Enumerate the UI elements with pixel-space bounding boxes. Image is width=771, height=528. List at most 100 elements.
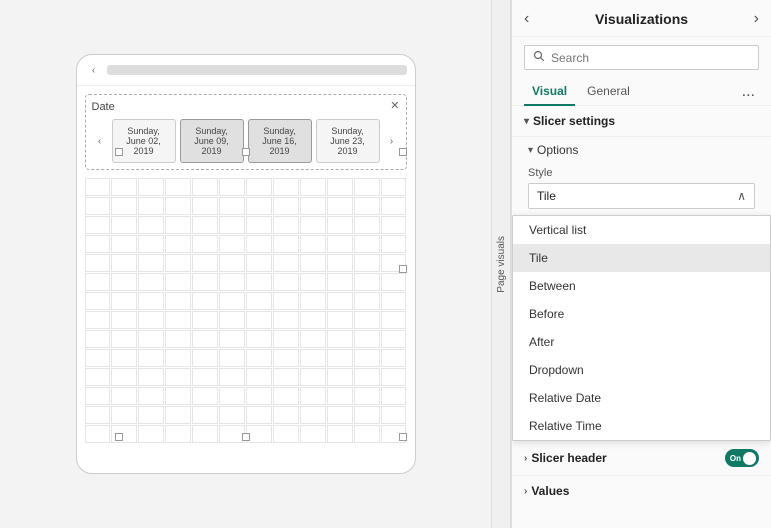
grid-cell [219,216,245,234]
date-tile-2[interactable]: Sunday, June 16, 2019 [248,119,312,163]
grid-cell [300,425,326,443]
date-tile-0-line3: 2019 [117,146,171,156]
grid-cell [273,406,299,424]
panel-collapse-left-icon[interactable]: ‹ [524,10,529,28]
date-tile-2-line2: June 16, [253,136,307,146]
grid-cell [192,292,218,310]
grid-cell [192,425,218,443]
slicer-settings-chevron-icon: ▾ [524,116,529,127]
date-prev-button[interactable]: ‹ [92,133,108,149]
grid-cell [111,273,137,291]
date-tile-3-line3: 2019 [321,146,375,156]
grid-cell [138,387,164,405]
values-label: Values [531,484,569,498]
dropdown-item-before[interactable]: Before [513,300,770,328]
resize-handle-top[interactable] [242,148,250,156]
date-tile-0-line2: June 02, [117,136,171,146]
grid-cell [273,330,299,348]
grid-cell [381,292,407,310]
grid-cell [354,330,380,348]
grid-cell [165,254,191,272]
grid-cell [381,178,407,196]
grid-cell [192,368,218,386]
grid-cell [327,292,353,310]
resize-handle-bl[interactable] [115,433,123,441]
grid-cell [85,311,111,329]
date-tile-3[interactable]: Sunday, June 23, 2019 [316,119,380,163]
dropdown-item-relative-date[interactable]: Relative Date [513,384,770,412]
date-tiles: Sunday, June 02, 2019 Sunday, June 09, 2… [112,119,380,163]
style-dropdown[interactable]: Tile ∧ [528,183,755,209]
date-tile-1-line3: 2019 [185,146,239,156]
grid-cell [273,292,299,310]
grid-cell [354,273,380,291]
phone-content: Date ✕ ‹ Sunday, June 02, 2019 Sunday, J… [77,86,415,451]
tab-general[interactable]: General [579,78,638,106]
options-chevron-icon: ▾ [528,145,533,156]
grid-cell [300,406,326,424]
date-next-button[interactable]: › [384,133,400,149]
grid-cell [85,216,111,234]
grid-cell [273,349,299,367]
date-slicer[interactable]: Date ✕ ‹ Sunday, June 02, 2019 Sunday, J… [85,94,407,170]
grid-cell [138,178,164,196]
resize-handle-bottom[interactable] [242,433,250,441]
grid-cell [327,197,353,215]
canvas-area: ‹ Date ✕ ‹ Sunday, June 02, 2019 [0,0,491,528]
date-tile-1[interactable]: Sunday, June 09, 2019 [180,119,244,163]
grid-cell [300,197,326,215]
dropdown-item-dropdown[interactable]: Dropdown [513,356,770,384]
panel-expand-right-icon[interactable]: › [754,10,759,28]
grid-cell [327,235,353,253]
dropdown-item-tile[interactable]: Tile [513,244,770,272]
values-section[interactable]: › Values [512,475,771,506]
grid-area: // Will be populated below [85,178,407,443]
grid-cell [138,368,164,386]
options-subsection[interactable]: ▾ Options [512,137,771,163]
dropdown-item-relative-time[interactable]: Relative Time [513,412,770,440]
grid-cell [138,406,164,424]
grid-cell [381,406,407,424]
grid-cell [219,178,245,196]
phone-nav-left-icon[interactable]: ‹ [85,61,103,79]
resize-handle-tr[interactable] [399,148,407,156]
grid-cell [165,425,191,443]
grid-cell [192,330,218,348]
search-icon [533,50,545,65]
tab-more-button[interactable]: ... [738,79,759,105]
grid-cell [354,197,380,215]
page-visuals-tab[interactable]: Page visuals [491,0,511,528]
grid-cell [273,235,299,253]
resize-handle-right[interactable] [399,265,407,273]
slicer-settings-section[interactable]: ▾ Slicer settings [512,106,771,137]
grid-cell [85,387,111,405]
search-box[interactable] [524,45,759,70]
tab-visual[interactable]: Visual [524,78,575,106]
dropdown-item-between[interactable]: Between [513,272,770,300]
slicer-header-section[interactable]: › Slicer header On [512,441,771,475]
search-input[interactable] [551,51,750,65]
grid-cell [300,292,326,310]
date-tile-3-line1: Sunday, [321,126,375,136]
grid-cell [165,387,191,405]
grid-cell [246,197,272,215]
grid-cell [327,406,353,424]
date-tile-0[interactable]: Sunday, June 02, 2019 [112,119,176,163]
grid-cell [219,273,245,291]
grid-cell [327,387,353,405]
grid-cell [273,368,299,386]
grid-cell [138,349,164,367]
grid-cell [165,235,191,253]
slicer-header-toggle[interactable]: On [725,449,759,467]
resize-handle-tl[interactable] [115,148,123,156]
grid-cell [273,387,299,405]
resize-handle-br[interactable] [399,433,407,441]
grid-cell [246,178,272,196]
date-slicer-close-icon[interactable]: ✕ [390,99,399,112]
dropdown-item-vertical-list[interactable]: Vertical list [513,216,770,244]
grid-cell [381,273,407,291]
dropdown-item-after[interactable]: After [513,328,770,356]
grid-cell [246,273,272,291]
grid-cell [111,330,137,348]
grid-cell [165,292,191,310]
